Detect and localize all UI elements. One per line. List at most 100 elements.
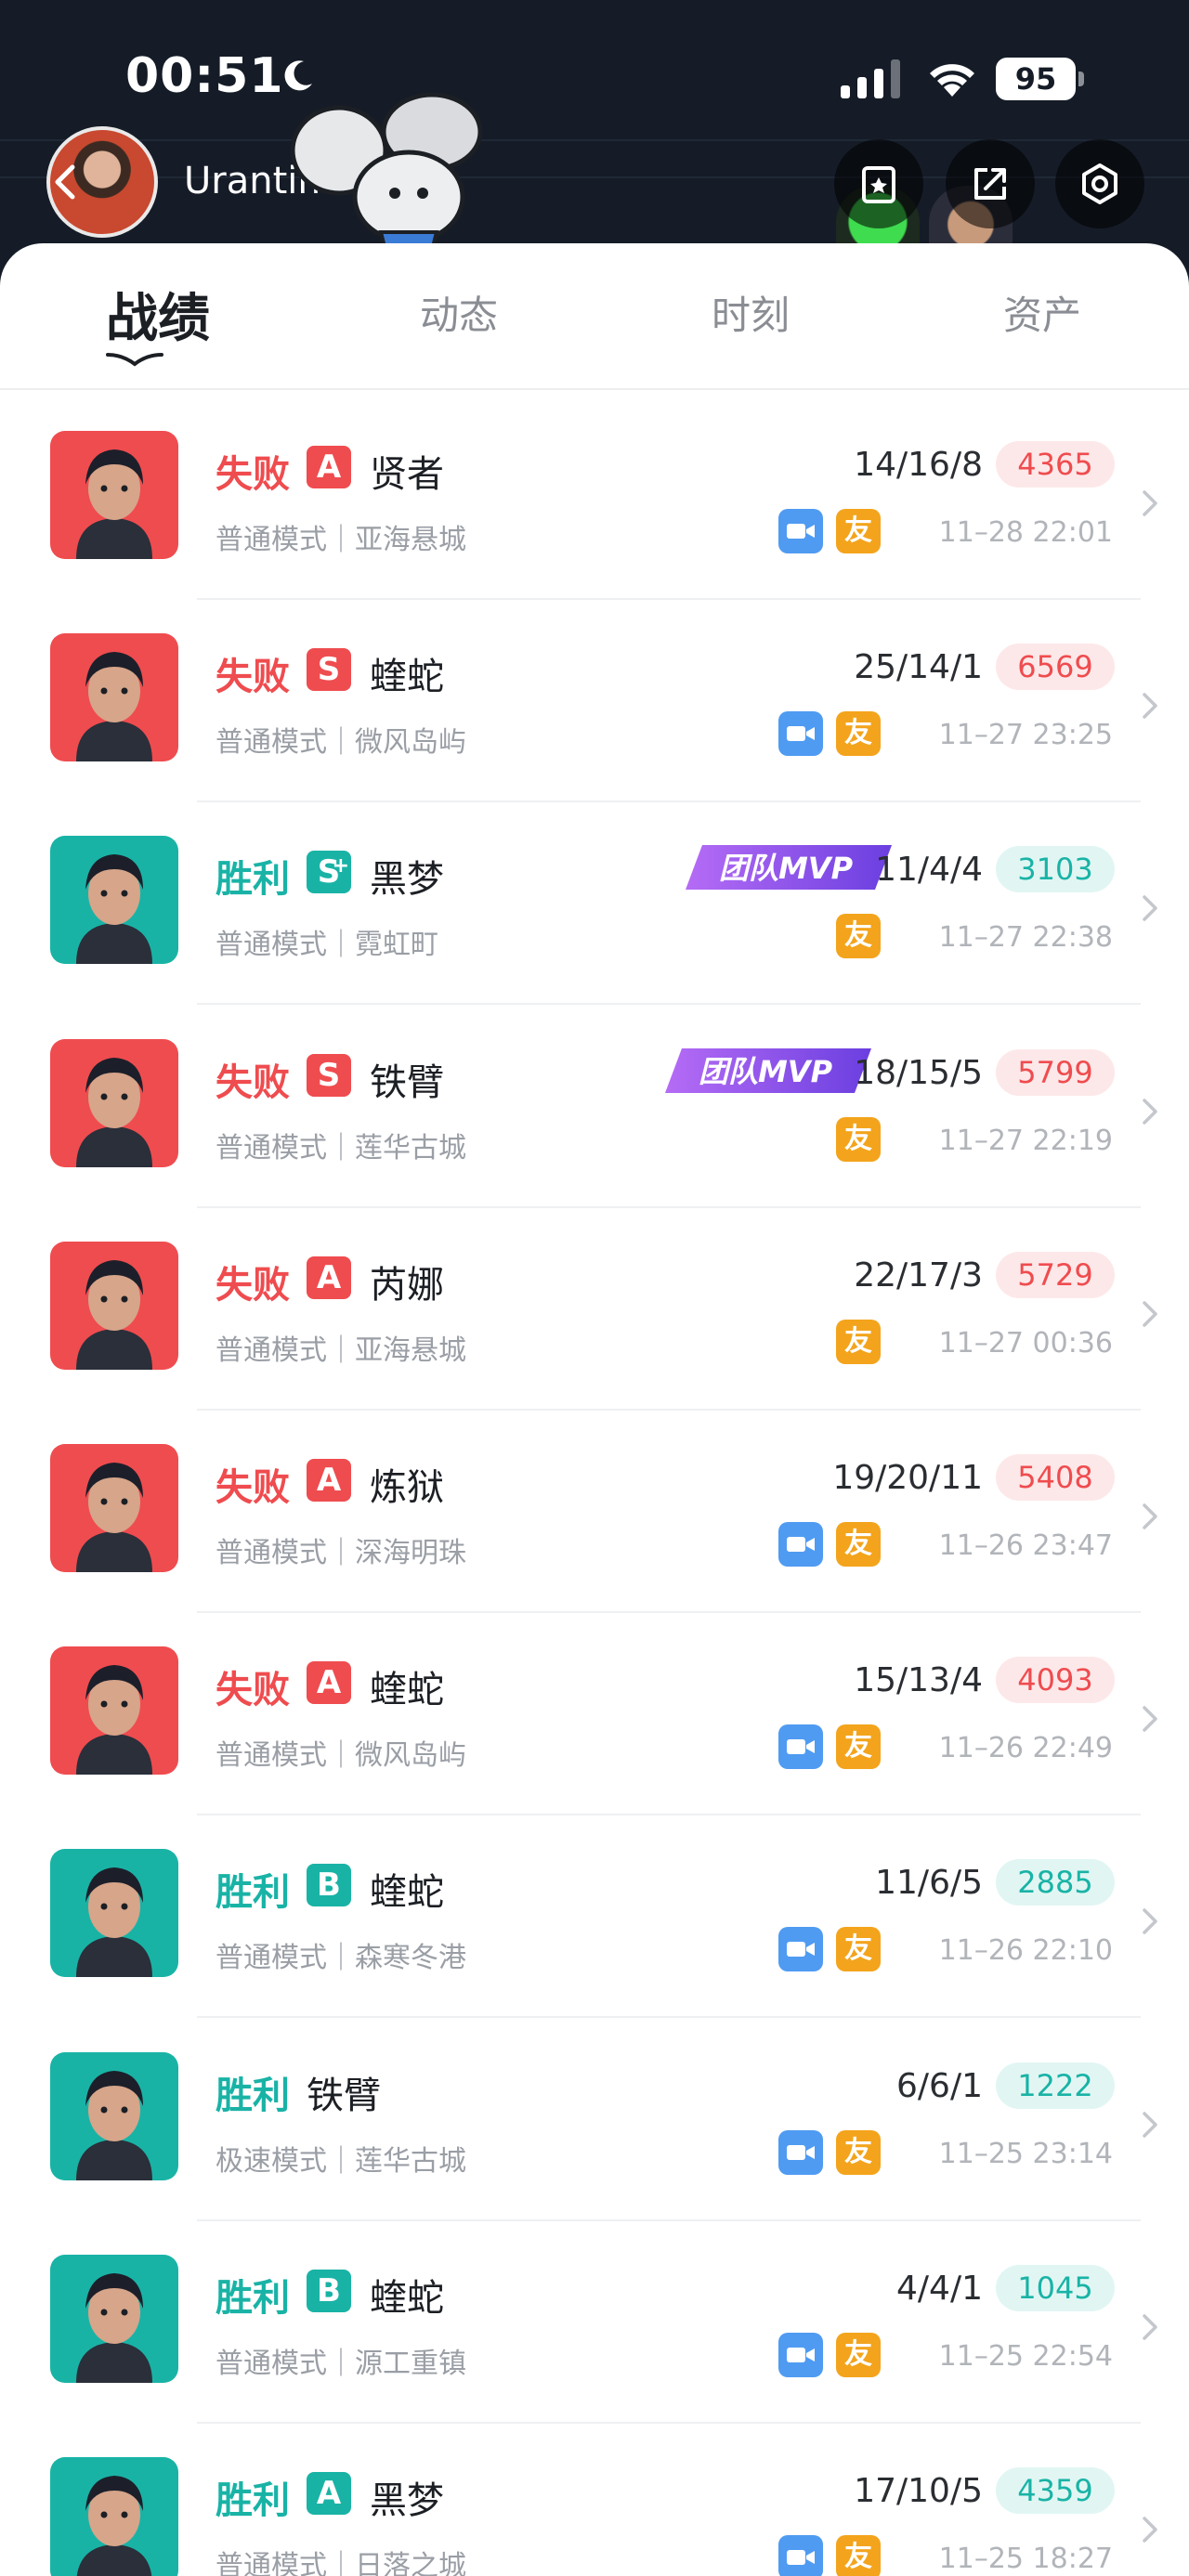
score-badge: 2885 — [996, 1859, 1115, 1906]
share-icon — [974, 168, 1006, 200]
match-row[interactable]: 胜利 铁臂 极速模式｜莲华古城 6/6/1 1222 友 11–25 23:14 — [0, 2019, 1189, 2221]
match-result: 胜利 — [216, 1871, 290, 1915]
video-icon — [787, 2550, 815, 2565]
tab-record[interactable]: 战绩 — [56, 277, 260, 352]
match-row[interactable]: 胜利 B 蝰蛇 普通模式｜森寒冬港 11/6/5 2885 友 11–26 22:10 — [0, 1815, 1189, 2019]
tab-assets[interactable]: 资产 — [940, 284, 1144, 341]
match-row[interactable]: 胜利 S + 黑梦 普通模式｜霓虹町 团队MVP 11/4/4 3103 友 11–27 22:3… — [0, 802, 1189, 1006]
kda: 14/16/8 — [854, 446, 983, 484]
video-badge[interactable] — [778, 2332, 823, 2377]
chevron-right-icon[interactable] — [1139, 2513, 1161, 2546]
grade-badge: A — [307, 1459, 351, 1502]
match-row[interactable]: 失败 S 蝰蛇 普通模式｜微风岛屿 25/14/1 6569 友 11–27 23:25 — [0, 600, 1189, 803]
share-button[interactable] — [946, 139, 1035, 228]
match-mode-map: 普通模式｜源工重镇 — [216, 2347, 466, 2380]
match-mode-map: 普通模式｜微风岛屿 — [216, 726, 466, 760]
match-row[interactable]: 胜利 B 蝰蛇 普通模式｜源工重镇 4/4/1 1045 友 11–25 22:54 — [0, 2221, 1189, 2424]
chevron-right-icon[interactable] — [1139, 487, 1161, 520]
agent-viper-portrait — [50, 1646, 178, 1776]
chevron-right-icon[interactable] — [1139, 891, 1161, 925]
chevron-right-icon[interactable] — [1139, 1095, 1161, 1128]
video-icon — [787, 1537, 815, 1552]
grade-letter: A — [316, 2475, 342, 2512]
kda: 6/6/1 — [896, 2066, 983, 2105]
tab-bar: 战绩 动态 时刻 资产 — [0, 243, 1189, 390]
match-result: 胜利 — [216, 2479, 290, 2522]
match-result: 胜利 — [216, 2276, 290, 2320]
settings-button[interactable] — [1055, 139, 1144, 228]
kda: 11/6/5 — [875, 1864, 983, 1903]
tab-active-indicator — [106, 353, 163, 367]
match-row[interactable]: 失败 A 炼狱 普通模式｜深海明珠 19/20/11 5408 友 11–26 23:47 — [0, 1411, 1189, 1613]
agent-reyna-portrait — [50, 836, 178, 965]
video-badge[interactable] — [778, 1724, 823, 1770]
match-result: 失败 — [216, 453, 290, 496]
grade-letter: B — [317, 2271, 341, 2309]
grade-badge: S — [307, 648, 351, 692]
team-mvp-badge: 团队MVP — [686, 845, 892, 891]
tab-moments[interactable]: 时刻 — [648, 284, 853, 341]
grade-letter: B — [317, 1867, 341, 1905]
grade-letter: S — [317, 651, 341, 689]
tab-feed[interactable]: 动态 — [357, 284, 561, 341]
kda: 18/15/5 — [854, 1053, 983, 1092]
agent-reyna2-portrait — [50, 1241, 178, 1370]
score-badge: 4093 — [996, 1657, 1115, 1704]
back-icon[interactable] — [46, 162, 87, 202]
chevron-right-icon[interactable] — [1139, 1905, 1161, 1938]
match-row[interactable]: 失败 A 蝰蛇 普通模式｜微风岛屿 15/13/4 4093 友 11–26 22:49 — [0, 1613, 1189, 1816]
agent-name: 蝰蛇 — [370, 1669, 444, 1712]
wifi-icon — [930, 64, 974, 97]
chevron-right-icon[interactable] — [1139, 689, 1161, 722]
agent-name: 蝰蛇 — [370, 1871, 444, 1915]
match-date: 11–26 22:10 — [938, 1934, 1113, 1968]
match-row[interactable]: 失败 A 芮娜 普通模式｜亚海悬城 22/17/3 5729 友 11–27 00:36 — [0, 1208, 1189, 1411]
match-mode-map: 普通模式｜微风岛屿 — [216, 1739, 466, 1773]
match-date: 11–26 23:47 — [938, 1529, 1113, 1562]
team-mvp-badge: 团队MVP — [665, 1047, 871, 1093]
kda: 4/4/1 — [896, 2269, 983, 2308]
video-badge[interactable] — [778, 2535, 823, 2576]
chevron-right-icon[interactable] — [1139, 1702, 1161, 1736]
video-badge[interactable] — [778, 509, 823, 553]
match-mode-map: 极速模式｜莲华古城 — [216, 2144, 466, 2178]
score-badge: 3103 — [996, 846, 1115, 893]
match-date: 11–25 18:27 — [938, 2543, 1113, 2575]
score-badge: 4359 — [996, 2467, 1115, 2514]
team-mvp-label: 团队MVP — [699, 1054, 833, 1089]
battery-indicator: 95 — [996, 58, 1085, 100]
score-badge: 4365 — [996, 441, 1115, 488]
tab-divider — [0, 388, 1189, 390]
video-badge[interactable] — [778, 2129, 823, 2175]
grade-badge: A — [307, 446, 351, 488]
agent-name: 蝰蛇 — [370, 2276, 444, 2320]
chevron-right-icon[interactable] — [1139, 1297, 1161, 1331]
chevron-right-icon[interactable] — [1139, 2310, 1161, 2344]
video-badge[interactable] — [778, 1927, 823, 1972]
friend-badge: 友 — [836, 1522, 881, 1567]
chevron-right-icon[interactable] — [1139, 2108, 1161, 2141]
signal-icon — [841, 59, 900, 98]
agent-breach-portrait — [50, 1038, 178, 1167]
agent-name: 炼狱 — [370, 1466, 444, 1509]
match-mode-map: 普通模式｜深海明珠 — [216, 1537, 466, 1569]
video-badge[interactable] — [778, 1522, 823, 1567]
agent-name: 铁臂 — [370, 1060, 444, 1104]
video-icon — [787, 2144, 815, 2160]
video-badge[interactable] — [778, 711, 823, 757]
friend-badge: 友 — [836, 2332, 881, 2377]
moon-icon — [284, 60, 312, 91]
grade-letter: S — [317, 1056, 341, 1094]
match-row[interactable]: 失败 S 铁臂 普通模式｜莲华古城 团队MVP 18/15/5 5799 友 11–27 22:… — [0, 1006, 1189, 1208]
card-icon — [862, 166, 895, 203]
match-row[interactable]: 胜利 A 黑梦 普通模式｜日落之城 17/10/5 4359 友 11–25 18:27 — [0, 2424, 1189, 2576]
match-row[interactable]: 失败 A 贤者 普通模式｜亚海悬城 14/16/8 4365 友 11–28 22:01 — [0, 397, 1189, 600]
kda: 19/20/11 — [832, 1459, 983, 1497]
kda: 25/14/1 — [854, 648, 983, 687]
chevron-right-icon[interactable] — [1139, 1500, 1161, 1533]
settings-hex-icon — [1082, 163, 1117, 204]
agent-viper-portrait — [50, 2254, 178, 2383]
kda: 15/13/4 — [854, 1661, 983, 1700]
score-badge: 5408 — [996, 1454, 1115, 1501]
card-button[interactable] — [834, 139, 923, 228]
